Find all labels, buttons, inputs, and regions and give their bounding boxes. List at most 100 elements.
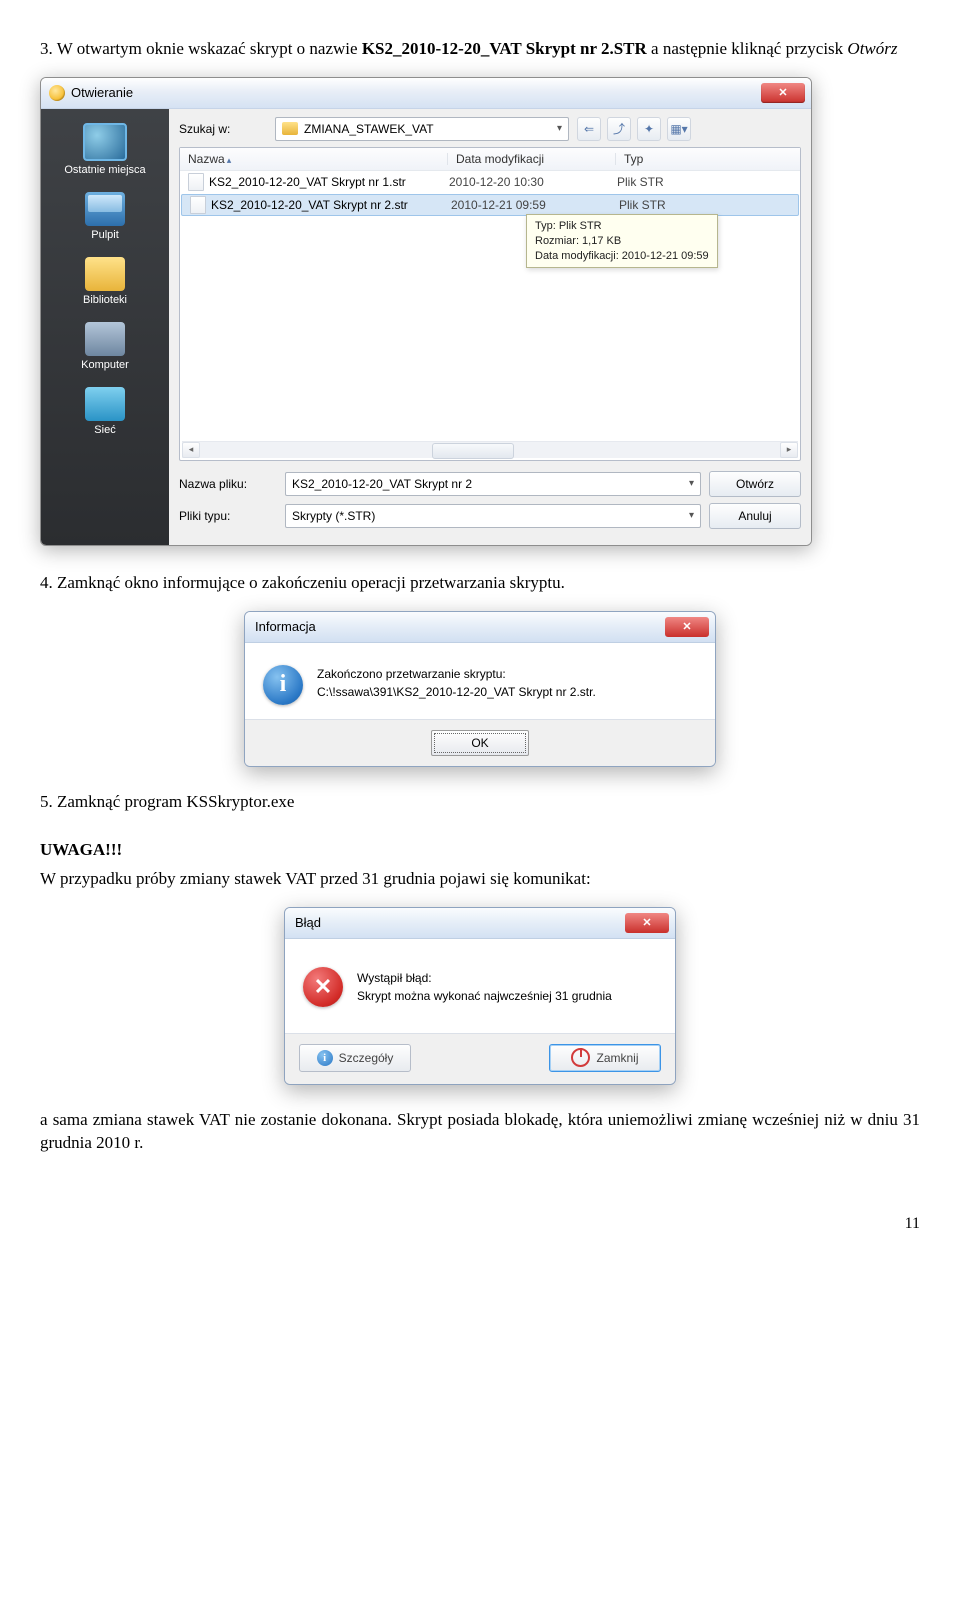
file-name: KS2_2010-12-20_VAT Skrypt nr 1.str xyxy=(209,175,441,189)
filename-label: Nazwa pliku: xyxy=(179,477,277,491)
step3-filename: KS2_2010-12-20_VAT Skrypt nr 2.STR xyxy=(362,39,647,58)
horizontal-scrollbar[interactable]: ◂ ▸ xyxy=(182,441,798,458)
close-label: Zamknij xyxy=(596,1051,638,1065)
place-recent-label: Ostatnie miejsca xyxy=(64,164,145,176)
file-type: Plik STR xyxy=(611,198,666,212)
chevron-down-icon: ▾ xyxy=(689,478,694,489)
ok-button[interactable]: OK xyxy=(431,730,529,756)
error-line2: Skrypt można wykonać najwcześniej 31 gru… xyxy=(357,989,612,1003)
open-file-dialog: Otwieranie ✕ Ostatnie miejsca Pulpit Bib… xyxy=(40,77,812,546)
folder-icon xyxy=(282,122,298,135)
col-date[interactable]: Data modyfikacji xyxy=(448,152,616,166)
step3-action: Otwórz xyxy=(847,39,897,58)
file-row[interactable]: KS2_2010-12-20_VAT Skrypt nr 2.str 2010-… xyxy=(181,194,799,216)
place-recent[interactable]: Ostatnie miejsca xyxy=(41,117,169,180)
filetype-label: Pliki typu: xyxy=(179,509,277,523)
computer-icon xyxy=(85,322,125,356)
lookin-label: Szukaj w: xyxy=(179,122,267,136)
cancel-button[interactable]: Anuluj xyxy=(709,503,801,529)
lookin-combo[interactable]: ZMIANA_STAWEK_VAT ▾ xyxy=(275,117,569,141)
info-small-icon: i xyxy=(317,1050,333,1066)
power-icon xyxy=(571,1048,590,1067)
file-row[interactable]: KS2_2010-12-20_VAT Skrypt nr 1.str 2010-… xyxy=(180,171,800,193)
scroll-track[interactable] xyxy=(202,443,778,457)
error-icon: ✕ xyxy=(303,967,343,1007)
place-computer-label: Komputer xyxy=(81,359,129,371)
error-message: Wystąpił błąd: Skrypt można wykonać najw… xyxy=(357,969,612,1005)
step5-text: Zamknąć program KSSkryptor.exe xyxy=(57,792,294,811)
step4-text: Zamknąć okno informujące o zakończeniu o… xyxy=(57,573,565,592)
error-line1: Wystąpił błąd: xyxy=(357,971,432,985)
tooltip-type: Typ: Plik STR xyxy=(535,219,709,234)
col-type[interactable]: Typ xyxy=(616,152,800,166)
info-line2: C:\!ssawa\391\KS2_2010-12-20_VAT Skrypt … xyxy=(317,685,596,699)
file-date: 2010-12-20 10:30 xyxy=(441,175,609,189)
scroll-left-button[interactable]: ◂ xyxy=(182,442,200,458)
step5-paragraph: 5. Zamknąć program KSSkryptor.exe xyxy=(40,791,920,814)
file-type: Plik STR xyxy=(609,175,664,189)
close-button[interactable]: ✕ xyxy=(625,913,669,933)
details-button[interactable]: i Szczegóły xyxy=(299,1044,411,1072)
info-dialog: Informacja ✕ i Zakończono przetwarzanie … xyxy=(244,611,716,767)
dialog-title: Otwieranie xyxy=(71,85,133,100)
desktop-icon xyxy=(85,192,125,226)
place-desktop[interactable]: Pulpit xyxy=(41,186,169,245)
libraries-icon xyxy=(85,257,125,291)
app-icon xyxy=(49,85,65,101)
back-button[interactable]: ⇐ xyxy=(577,117,601,141)
tooltip-size: Rozmiar: 1,17 KB xyxy=(535,234,709,249)
filename-input[interactable]: KS2_2010-12-20_VAT Skrypt nr 2 ▾ xyxy=(285,472,701,496)
close-button[interactable]: ✕ xyxy=(665,617,709,637)
uwaga-paragraph: W przypadku próby zmiany stawek VAT prze… xyxy=(40,868,920,891)
error-dialog: Błąd ✕ ✕ Wystąpił błąd: Skrypt można wyk… xyxy=(284,907,676,1085)
up-button[interactable]: ⤴ xyxy=(607,117,631,141)
info-line1: Zakończono przetwarzanie skryptu: xyxy=(317,667,506,681)
tooltip-modified: Data modyfikacji: 2010-12-21 09:59 xyxy=(535,249,709,264)
step3-text-after: a następnie kliknąć przycisk xyxy=(647,39,848,58)
file-icon xyxy=(188,173,204,191)
scroll-thumb[interactable] xyxy=(432,443,514,459)
place-network-label: Sieć xyxy=(94,424,115,436)
dialog-title: Błąd xyxy=(295,915,321,930)
filename-value: KS2_2010-12-20_VAT Skrypt nr 2 xyxy=(292,477,472,491)
place-desktop-label: Pulpit xyxy=(91,229,119,241)
open-button[interactable]: Otwórz xyxy=(709,471,801,497)
scroll-right-button[interactable]: ▸ xyxy=(780,442,798,458)
step5-num: 5. xyxy=(40,792,53,811)
col-name[interactable]: Nazwa▴ xyxy=(180,152,448,166)
filetype-combo[interactable]: Skrypty (*.STR) ▾ xyxy=(285,504,701,528)
nav-toolbar: ⇐ ⤴ ✦ ▦▾ xyxy=(577,117,691,141)
filetype-value: Skrypty (*.STR) xyxy=(292,509,375,523)
dialog-titlebar: Błąd ✕ xyxy=(285,908,675,939)
step3-num: 3. xyxy=(40,39,53,58)
step4-paragraph: 4. Zamknąć okno informujące o zakończeni… xyxy=(40,572,920,595)
info-message: Zakończono przetwarzanie skryptu: C:\!ss… xyxy=(317,665,596,701)
uwaga-heading: UWAGA!!! xyxy=(40,840,920,860)
file-tooltip: Typ: Plik STR Rozmiar: 1,17 KB Data mody… xyxy=(526,214,718,269)
recent-icon xyxy=(83,123,127,161)
details-label: Szczegóły xyxy=(339,1051,394,1065)
info-icon: i xyxy=(263,665,303,705)
file-list-header: Nazwa▴ Data modyfikacji Typ xyxy=(180,148,800,171)
file-date: 2010-12-21 09:59 xyxy=(443,198,611,212)
view-button[interactable]: ▦▾ xyxy=(667,117,691,141)
dialog-titlebar: Informacja ✕ xyxy=(245,612,715,643)
places-bar: Ostatnie miejsca Pulpit Biblioteki Kompu… xyxy=(41,109,169,545)
step3-paragraph: 3. W otwartym oknie wskazać skrypt o naz… xyxy=(40,38,920,61)
file-icon xyxy=(190,196,206,214)
chevron-down-icon: ▾ xyxy=(689,510,694,521)
file-name: KS2_2010-12-20_VAT Skrypt nr 2.str xyxy=(211,198,443,212)
place-network[interactable]: Sieć xyxy=(41,381,169,440)
place-libraries[interactable]: Biblioteki xyxy=(41,251,169,310)
new-folder-button[interactable]: ✦ xyxy=(637,117,661,141)
page-number: 11 xyxy=(40,1215,920,1233)
step3-text-before: W otwartym oknie wskazać skrypt o nazwie xyxy=(57,39,362,58)
close-button[interactable]: ✕ xyxy=(761,83,805,103)
sort-caret-icon: ▴ xyxy=(227,155,232,165)
place-computer[interactable]: Komputer xyxy=(41,316,169,375)
step4-num: 4. xyxy=(40,573,53,592)
network-icon xyxy=(85,387,125,421)
file-list: Nazwa▴ Data modyfikacji Typ KS2_2010-12-… xyxy=(179,147,801,461)
close-dialog-button[interactable]: Zamknij xyxy=(549,1044,661,1072)
closing-paragraph: a sama zmiana stawek VAT nie zostanie do… xyxy=(40,1109,920,1155)
